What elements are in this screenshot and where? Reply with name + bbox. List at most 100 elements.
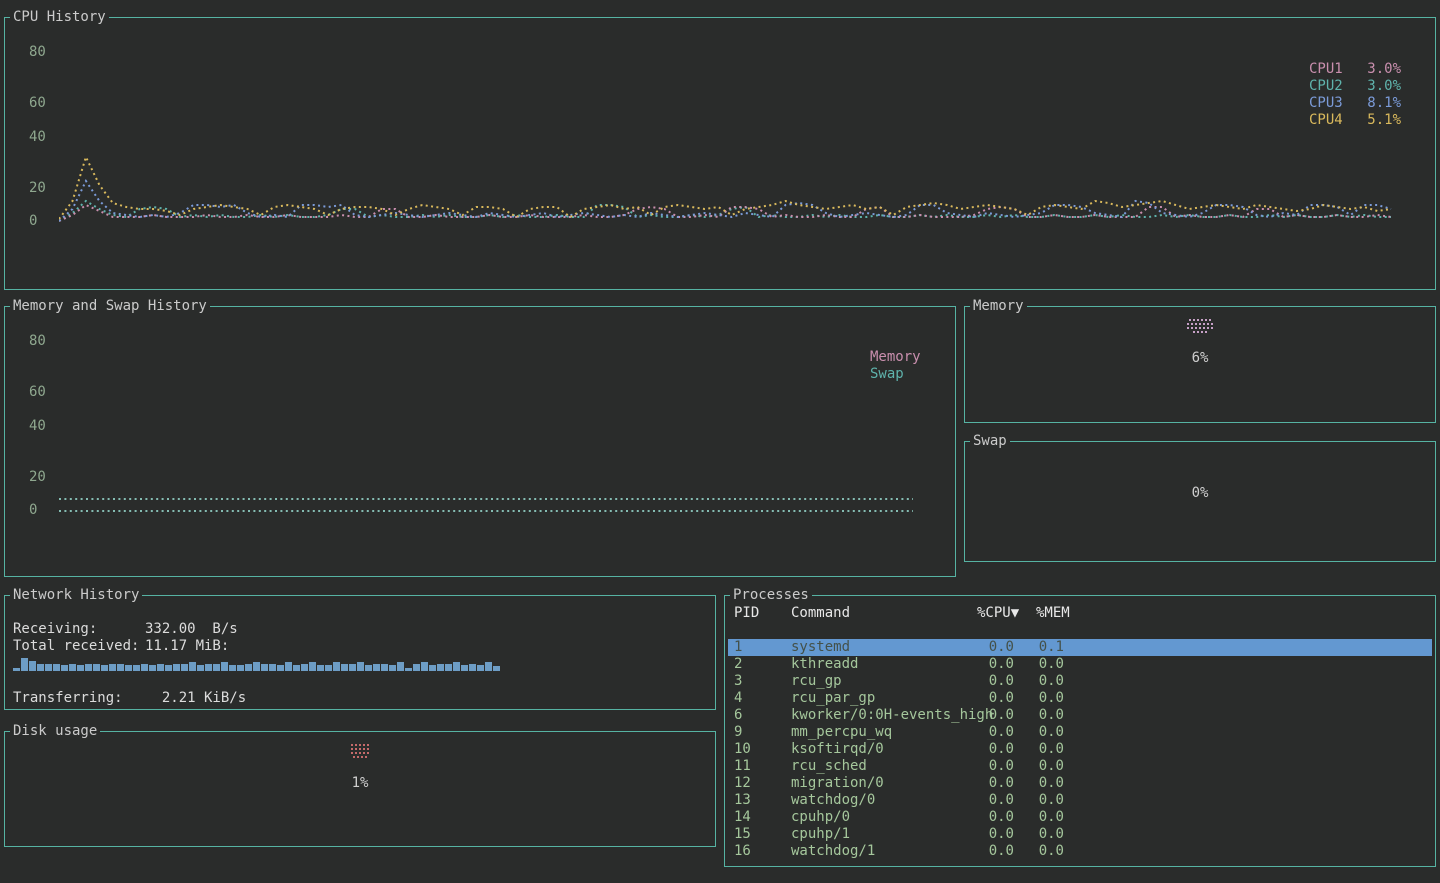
process-pid: 11 <box>734 758 751 775</box>
process-row[interactable]: 2kthreadd0.00.0 <box>728 656 1432 673</box>
network-bar <box>189 662 196 671</box>
network-bar <box>469 664 476 671</box>
process-command: rcu_par_gp <box>791 690 875 707</box>
process-mem: 0.0 <box>1018 758 1064 775</box>
process-mem: 0.0 <box>1018 775 1064 792</box>
transferring-label: Transferring: <box>13 690 123 706</box>
process-pid: 2 <box>734 656 742 673</box>
process-row[interactable]: 15cpuhp/10.00.0 <box>728 826 1432 843</box>
process-row[interactable]: 12migration/00.00.0 <box>728 775 1432 792</box>
network-bar <box>381 664 388 671</box>
column-header-cpu[interactable]: %CPU▼ <box>977 605 1019 622</box>
process-command: systemd <box>791 639 850 656</box>
network-bar <box>141 664 148 671</box>
process-pid: 10 <box>734 741 751 758</box>
column-header-mem[interactable]: %MEM <box>1036 605 1070 622</box>
process-row[interactable]: 14cpuhp/00.00.0 <box>728 809 1432 826</box>
receiving-value: 332.00 B/s <box>145 621 238 637</box>
network-bar <box>181 664 188 671</box>
memory-gauge-value: 6% <box>965 350 1435 366</box>
process-pid: 4 <box>734 690 742 707</box>
network-bar <box>237 665 244 671</box>
process-cpu: 0.0 <box>938 639 1014 656</box>
process-row[interactable]: 3rcu_gp0.00.0 <box>728 673 1432 690</box>
process-pid: 3 <box>734 673 742 690</box>
network-bar <box>221 662 228 671</box>
network-bar <box>173 664 180 671</box>
disk-usage-panel: Disk usage 1% <box>4 731 716 847</box>
memory-swap-history-chart <box>59 307 917 519</box>
process-command: watchdog/1 <box>791 843 875 860</box>
network-bar <box>229 665 236 671</box>
cpu-legend-label: CPU4 <box>1309 112 1343 129</box>
network-bar <box>301 664 308 671</box>
processes-title: Processes <box>730 587 812 603</box>
y-tick-label: 60 <box>29 95 63 111</box>
process-row[interactable]: 6kworker/0:0H-events_high0.00.0 <box>728 707 1432 724</box>
swap-gauge-value: 0% <box>965 485 1435 501</box>
process-pid: 15 <box>734 826 751 843</box>
network-bar <box>373 664 380 671</box>
process-mem: 0.0 <box>1018 690 1064 707</box>
network-bar <box>157 664 164 671</box>
network-bar <box>397 662 404 671</box>
column-header-command[interactable]: Command <box>791 605 850 622</box>
process-row[interactable]: 16watchdog/10.00.0 <box>728 843 1432 860</box>
network-bar <box>53 664 60 671</box>
receiving-label: Receiving: <box>13 621 97 637</box>
process-command: cpuhp/1 <box>791 826 850 843</box>
network-bar <box>461 665 468 671</box>
network-bar <box>93 664 100 671</box>
process-mem: 0.0 <box>1018 707 1064 724</box>
process-row[interactable]: 4rcu_par_gp0.00.0 <box>728 690 1432 707</box>
network-bar <box>325 665 332 671</box>
cpu-legend-value: 8.1% <box>1367 95 1401 112</box>
process-cpu: 0.0 <box>938 707 1014 724</box>
process-row[interactable]: 10ksoftirqd/00.00.0 <box>728 741 1432 758</box>
memory-swap-history-panel: Memory and Swap History 806040200 Memory… <box>4 306 956 577</box>
network-history-panel: Network History Receiving: 332.00 B/s To… <box>4 595 716 710</box>
network-bar <box>197 665 204 671</box>
network-bar <box>261 664 268 671</box>
network-bar <box>109 664 116 671</box>
process-row[interactable]: 11rcu_sched0.00.0 <box>728 758 1432 775</box>
y-tick-label: 20 <box>29 180 63 196</box>
cpu-legend-value: 3.0% <box>1367 78 1401 95</box>
network-sparkline <box>13 658 501 671</box>
network-bar <box>101 665 108 671</box>
process-cpu: 0.0 <box>938 724 1014 741</box>
process-cpu: 0.0 <box>938 809 1014 826</box>
column-header-pid[interactable]: PID <box>734 605 759 622</box>
cpu-legend-value: 3.0% <box>1367 61 1401 78</box>
memory-swap-legend-label: Swap <box>870 366 921 383</box>
process-row[interactable]: 13watchdog/00.00.0 <box>728 792 1432 809</box>
network-bar <box>29 661 36 671</box>
network-bar <box>245 664 252 671</box>
y-tick-label: 40 <box>29 418 63 434</box>
process-mem: 0.0 <box>1018 809 1064 826</box>
process-mem: 0.0 <box>1018 724 1064 741</box>
network-bar <box>45 664 52 671</box>
cpu-legend-value: 5.1% <box>1367 112 1401 129</box>
process-row[interactable]: 1systemd0.00.1 <box>728 639 1432 656</box>
process-row[interactable]: 9mm_percpu_wq0.00.0 <box>728 724 1432 741</box>
process-mem: 0.0 <box>1018 826 1064 843</box>
network-bar <box>493 666 500 671</box>
process-command: watchdog/0 <box>791 792 875 809</box>
cpu-legend-item: CPU4 5.1% <box>1309 112 1401 129</box>
process-pid: 12 <box>734 775 751 792</box>
memory-gauge-donut <box>965 319 1435 335</box>
process-cpu: 0.0 <box>938 792 1014 809</box>
swap-gauge-panel: Swap 0% <box>964 441 1436 562</box>
memory-gauge-title: Memory <box>970 298 1027 314</box>
process-list: 1systemd0.00.12kthreadd0.00.03rcu_gp0.00… <box>728 639 1432 860</box>
process-mem: 0.0 <box>1018 792 1064 809</box>
network-history-title: Network History <box>10 587 142 603</box>
network-bar <box>21 658 28 671</box>
cpu-history-chart <box>59 18 1395 226</box>
process-command: rcu_gp <box>791 673 842 690</box>
network-bar <box>485 662 492 671</box>
process-cpu: 0.0 <box>938 673 1014 690</box>
process-pid: 1 <box>734 639 742 656</box>
cpu-legend-item: CPU23.0% <box>1309 78 1401 95</box>
